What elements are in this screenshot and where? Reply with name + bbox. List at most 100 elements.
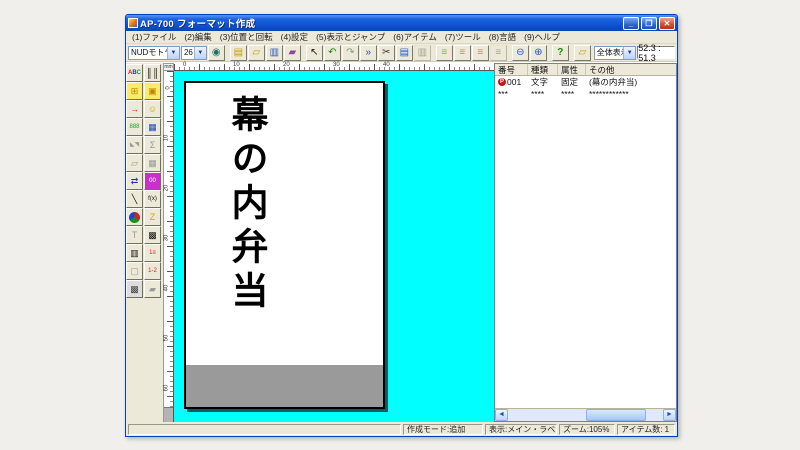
smiley-icon[interactable]: ☺ <box>144 100 161 118</box>
item-list-column-1[interactable]: 番号 <box>495 64 528 75</box>
cut-icon[interactable]: ✂ <box>377 44 395 61</box>
font-select-value: NUDモトヤEX明朝 <box>131 48 167 57</box>
copy-icon[interactable]: ▤ <box>395 44 413 61</box>
label-vertical-text[interactable]: 幕の内弁当 <box>225 95 269 315</box>
vruler-tick-label: 50 <box>163 334 170 342</box>
font-size-value: 26 <box>183 48 193 57</box>
zoom-out-icon[interactable]: ⊖ <box>511 44 529 61</box>
font-size-select[interactable]: 26 ▼ <box>180 45 207 60</box>
formula-icon[interactable]: f(x) <box>144 190 161 208</box>
scroll-right-icon[interactable]: ► <box>663 409 676 421</box>
item-row-2[interactable]: *** **** **** ************ <box>495 88 676 100</box>
design-canvas[interactable]: 幕の内弁当 <box>174 71 494 422</box>
item-list-column-3[interactable]: 属性 <box>558 64 586 75</box>
view-mode-value: 全体表示 <box>596 48 623 57</box>
print-machine-icon[interactable]: ▣ <box>144 82 161 100</box>
url-arrow-icon[interactable]: → <box>126 100 143 118</box>
settings-globe-icon[interactable]: ◉ <box>207 44 225 61</box>
item-type-cell: **** <box>531 89 545 99</box>
menu-item-9[interactable]: (9)ヘルプ <box>520 31 564 43</box>
import-format-icon[interactable]: ▱ <box>573 44 591 61</box>
export-folder-icon[interactable]: ▰ <box>283 44 301 61</box>
box-3d-icon: ▰ <box>144 280 161 298</box>
workspace: A B C ║║ ⊞ ▣ → ☺ 888 ▦ ◣◥ Σ ▱ ▦ ⇄ 00 ╲ f(x) Z T ▩ ▥ 1≡ ▢ 1-2 ▩ ▰ m… <box>126 62 677 422</box>
item-list-column-4[interactable]: その他 <box>586 64 676 75</box>
menu-item-2[interactable]: (2)編集 <box>180 31 215 43</box>
item-other-cell: ************ <box>589 89 629 99</box>
toolbar: NUDモトヤEX明朝 ▼ 26 ▼ ◉▤▱▥▰↖↶↷»✂▤▥≡≡≡≡⊖⊕?▱ 全… <box>126 43 677 63</box>
vruler-tick-label: 60 <box>163 384 170 392</box>
maximize-button[interactable]: ❐ <box>641 16 657 30</box>
pattern-image-icon[interactable]: ▩ <box>126 280 143 298</box>
app-icon <box>128 18 138 28</box>
status-segment-2: 作成モード:追加 <box>403 423 483 435</box>
item-list-copy-icon[interactable]: ≡ <box>471 44 489 61</box>
scrollbar-thumb[interactable] <box>586 409 646 421</box>
undo-icon[interactable]: ↶ <box>323 44 341 61</box>
item-number-cell: *** <box>498 89 508 99</box>
hruler-tick-label: 10 <box>233 62 240 68</box>
text-item-icon[interactable]: ABC <box>126 64 143 82</box>
table-item-icon[interactable]: ⊞ <box>126 82 143 100</box>
menu-item-4[interactable]: (4)設定 <box>277 31 312 43</box>
font-select[interactable]: NUDモトヤEX明朝 ▼ <box>128 45 180 60</box>
view-mode-select[interactable]: 全体表示 ▼ <box>593 45 637 60</box>
desktop: { "window": { "title": "AP-700 フォーマット作成"… <box>0 0 800 450</box>
vruler-tick-label: 40 <box>163 284 170 292</box>
menu-item-7[interactable]: (7)ツール <box>441 31 485 43</box>
menu-item-3[interactable]: (3)位置と回転 <box>216 31 277 43</box>
chevron-down-icon[interactable]: ▼ <box>623 46 636 59</box>
item-list-header: 番号 種類 属性 その他 <box>495 64 676 76</box>
item-list-panel: 番号 種類 属性 その他 P 001 文字 固定 (幕の内弁当) *** **** **** ****… <box>494 63 677 422</box>
chevron-down-icon[interactable]: ▼ <box>193 46 206 59</box>
calculator-icon[interactable]: ▦ <box>144 118 161 136</box>
double-zero-icon[interactable]: 00 <box>144 172 161 190</box>
status-segment-3: 表示:メイン・ラベル <box>485 423 557 435</box>
zoom-in-icon[interactable]: ⊕ <box>529 44 547 61</box>
jump-item-icon[interactable]: » <box>359 44 377 61</box>
redo-icon[interactable]: ↷ <box>341 44 359 61</box>
frame-item-icon[interactable]: ▢ <box>126 262 143 280</box>
item-number-cell: P 001 <box>498 77 522 87</box>
select-cursor-icon[interactable]: ↖ <box>305 44 323 61</box>
barcode2-item-icon[interactable]: ▥ <box>126 244 143 262</box>
horizontal-scrollbar[interactable]: ◄ ► <box>495 408 676 421</box>
item-list-column-2[interactable]: 種類 <box>528 64 558 75</box>
sequence-list-icon[interactable]: 1-2 <box>144 262 161 280</box>
item-list-add-icon[interactable]: ≡ <box>435 44 453 61</box>
open-folder-icon[interactable]: ▱ <box>247 44 265 61</box>
menu-item-1[interactable]: (1)ファイル <box>128 31 180 43</box>
minimize-button[interactable]: _ <box>623 16 639 30</box>
menu-item-8[interactable]: (8)言語 <box>485 31 520 43</box>
item-list-edit-icon[interactable]: ≡ <box>453 44 471 61</box>
item-list-rows: P 001 文字 固定 (幕の内弁当) *** **** **** ************ <box>495 76 676 100</box>
chevron-down-icon[interactable]: ▼ <box>166 46 179 59</box>
polygon-icon[interactable]: Z <box>144 208 161 226</box>
title-bar[interactable]: AP-700 フォーマット作成 _ ❐ ✕ <box>126 15 677 31</box>
pie-chart-icon[interactable] <box>126 208 143 226</box>
line-item-icon[interactable]: ╲ <box>126 190 143 208</box>
flip-tool-icon: ◣◥ <box>126 136 143 154</box>
menu-item-6[interactable]: (6)アイテム <box>389 31 441 43</box>
ruler-end-cap <box>164 407 173 422</box>
help-icon[interactable]: ? <box>551 44 569 61</box>
barcode-item-icon[interactable]: ║║ <box>144 64 161 82</box>
close-button[interactable]: ✕ <box>659 16 675 30</box>
new-document-icon[interactable]: ▤ <box>229 44 247 61</box>
item-marker-icon: P <box>498 78 506 86</box>
vertical-ruler-column: mm 0 10 20 30 40 50 60 <box>163 63 174 422</box>
label-preview[interactable]: 幕の内弁当 <box>184 81 385 409</box>
qr-code-icon[interactable]: ▩ <box>144 226 161 244</box>
scrollbar-track[interactable] <box>508 409 663 421</box>
item-row-1[interactable]: P 001 文字 固定 (幕の内弁当) <box>495 76 676 88</box>
ruler-unit-label: mm <box>163 63 174 71</box>
counter-888-icon[interactable]: 888 <box>126 118 143 136</box>
numbered-list-icon[interactable]: 1≡ <box>144 244 161 262</box>
move-item-icon[interactable]: ⇄ <box>126 172 143 190</box>
item-type-cell: 文字 <box>531 77 549 87</box>
hruler-tick-label: 30 <box>333 62 340 68</box>
save-pages-icon[interactable]: ▥ <box>265 44 283 61</box>
vruler-tick-label: 30 <box>163 234 170 242</box>
scroll-left-icon[interactable]: ◄ <box>495 409 508 421</box>
menu-item-5[interactable]: (5)表示とジャンプ <box>312 31 389 43</box>
